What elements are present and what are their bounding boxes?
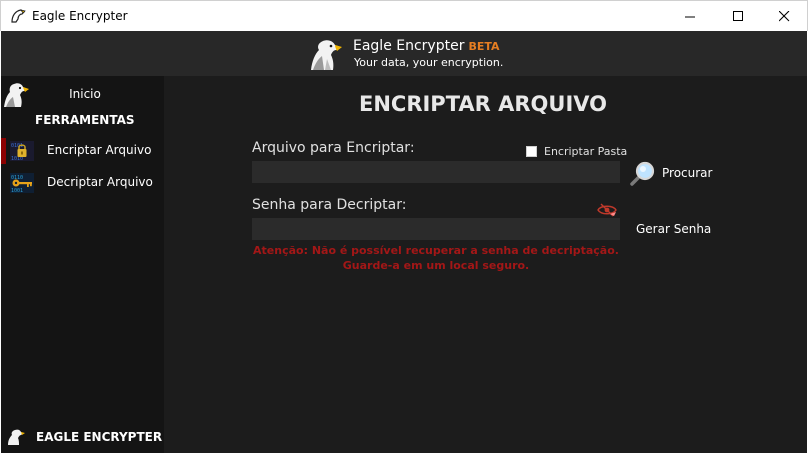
warning-line-1: Atenção: Não é possível recuperar a senh…	[253, 244, 619, 257]
beta-badge: BETA	[468, 40, 500, 53]
eagle-logo-icon	[311, 40, 342, 70]
browse-label: Procurar	[662, 166, 713, 180]
sidebar-item-decrypt-file[interactable]: 0110 1001 Decriptar Arquivo	[1, 170, 164, 196]
key-icon: 0110 1001	[10, 173, 34, 193]
maximize-button[interactable]	[715, 1, 761, 32]
sidebar: Inicio FERRAMENTAS 0101 1010 Encriptar A…	[1, 76, 164, 453]
password-label: Senha para Decriptar:	[252, 197, 407, 213]
maximize-icon	[732, 11, 743, 21]
window-title: Eagle Encrypter	[32, 9, 128, 23]
app-header: Eagle Encrypter BETA Your data, your encr…	[1, 31, 807, 76]
window-titlebar: Eagle Encrypter	[0, 0, 808, 31]
svg-text:0101: 0101	[11, 143, 23, 149]
sidebar-item-encrypt-file[interactable]: 0101 1010 Encriptar Arquivo	[1, 138, 164, 164]
eye-slash-icon[interactable]	[597, 203, 617, 217]
encrypt-folder-checkbox[interactable]	[526, 145, 537, 157]
page-title: ENCRIPTAR ARQUIVO	[358, 92, 607, 116]
password-input[interactable]	[252, 218, 620, 240]
browse-button[interactable]: Procurar	[630, 160, 712, 186]
brand-name: Eagle Encrypter	[353, 38, 465, 54]
file-path-input[interactable]	[252, 161, 620, 183]
lock-icon: 0101 1010	[10, 141, 34, 161]
brand-title: Eagle Encrypter BETA	[353, 38, 500, 54]
svg-text:1001: 1001	[11, 188, 23, 193]
brand-tagline: Your data, your encryption.	[354, 56, 504, 69]
warning-line-2: Guarde-a em um local seguro.	[342, 259, 530, 272]
sidebar-home-link[interactable]: Inicio	[61, 87, 109, 101]
encrypt-folder-toggle[interactable]: Encriptar Pasta	[526, 144, 627, 158]
sidebar-item-label: Decriptar Arquivo	[47, 175, 153, 189]
close-button[interactable]	[761, 1, 807, 32]
minimize-button[interactable]	[667, 1, 713, 32]
sidebar-footer-brand: EAGLE ENCRYPTER	[36, 430, 163, 444]
minimize-icon	[684, 16, 695, 18]
magnifier-icon	[630, 161, 655, 186]
eagle-home-icon[interactable]	[3, 80, 29, 108]
sidebar-item-label: Encriptar Arquivo	[47, 143, 152, 157]
encrypt-folder-label: Encriptar Pasta	[544, 144, 628, 158]
close-icon	[778, 11, 789, 22]
eagle-footer-icon	[8, 429, 25, 445]
active-indicator	[1, 138, 6, 164]
sidebar-section-title: FERRAMENTAS	[35, 113, 135, 127]
file-label: Arquivo para Encriptar:	[252, 140, 415, 156]
eagle-app-icon	[11, 9, 26, 23]
generate-password-button[interactable]: Gerar Senha	[636, 222, 711, 236]
main-panel: ENCRIPTAR ARQUIVO Arquivo para Encriptar…	[164, 76, 807, 453]
warning-message: Atenção: Não é possível recuperar a senh…	[252, 243, 620, 273]
